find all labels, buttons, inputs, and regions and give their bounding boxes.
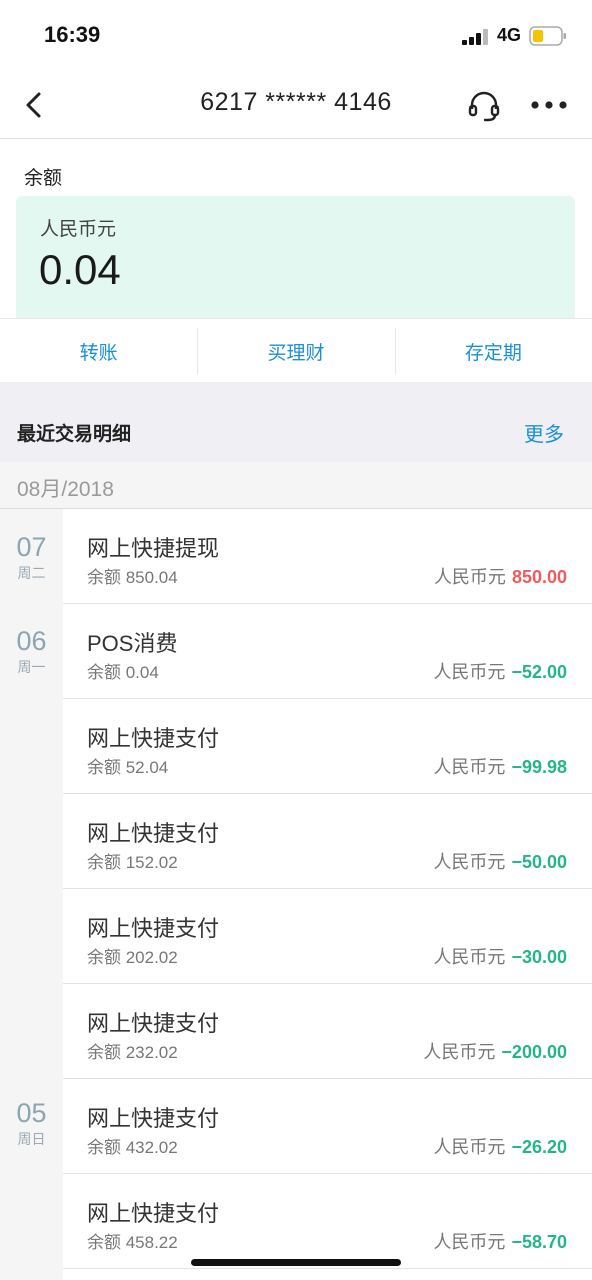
transaction-balance: 余额 52.04: [87, 758, 169, 777]
status-bar: 16:39 4G: [0, 0, 592, 72]
transaction-title: 网上快捷支付: [87, 1106, 220, 1131]
balance-label: 余额: [24, 168, 63, 189]
status-time: 16:39: [44, 22, 101, 47]
recent-transactions-header: 最近交易明细 更多: [0, 398, 592, 462]
transaction-title: 网上快捷支付: [87, 1011, 220, 1036]
home-indicator: [191, 1259, 401, 1266]
transaction-row[interactable]: 网上快捷支付 余额 52.04 人民币元 −99.98: [63, 699, 592, 794]
date-group: 05 周日: [0, 1099, 63, 1149]
month-label: 08月/2018: [17, 478, 114, 501]
transaction-value: −99.98: [511, 757, 567, 777]
transaction-row[interactable]: 网上快捷支付 余额 458.22 人民币元 −58.70: [63, 1174, 592, 1269]
more-dots-icon[interactable]: [530, 98, 568, 112]
day-number: 07: [16, 532, 47, 562]
transaction-list: 网上快捷提现 余额 850.04 人民币元 850.00 POS消费 余额 0.0…: [63, 509, 592, 1269]
recent-transactions-title: 最近交易明细: [17, 424, 132, 445]
battery-icon: [529, 26, 566, 46]
nav-bar: 6217 ****** 4146: [0, 72, 592, 139]
currency-label: 人民币元: [40, 219, 117, 240]
transaction-currency: 人民币元: [433, 1232, 506, 1252]
transaction-currency: 人民币元: [433, 1137, 506, 1157]
transaction-currency: 人民币元: [433, 757, 506, 777]
transaction-row[interactable]: POS消费 余额 0.04 人民币元 −52.00: [63, 604, 592, 699]
transaction-amount: 人民币元 −99.98: [433, 753, 567, 779]
transaction-title: 网上快捷支付: [87, 726, 220, 751]
transaction-title: POS消费: [87, 631, 178, 656]
transaction-value: 850.00: [511, 567, 567, 587]
date-column: 07 周二 06 周一 05 周日: [0, 509, 63, 1280]
transaction-value: −200.00: [501, 1042, 567, 1062]
day-number: 05: [16, 1098, 47, 1128]
transfer-button[interactable]: 转账: [0, 319, 197, 383]
month-header: 08月/2018: [0, 462, 592, 509]
transaction-amount: 人民币元 850.00: [434, 563, 567, 589]
transaction-row[interactable]: 网上快捷提现 余额 850.04 人民币元 850.00: [63, 509, 592, 604]
fixed-deposit-button[interactable]: 存定期: [394, 319, 592, 383]
headset-icon[interactable]: [467, 90, 501, 122]
transaction-amount: 人民币元 −58.70: [433, 1228, 567, 1254]
more-link[interactable]: 更多: [524, 418, 564, 447]
signal-icon: [462, 29, 488, 45]
transaction-title: 网上快捷支付: [87, 916, 220, 941]
date-group: 06 周一: [0, 627, 63, 677]
action-bar: 转账 买理财 存定期: [0, 318, 592, 383]
section-divider: [0, 382, 592, 398]
transaction-row[interactable]: 网上快捷支付 余额 152.02 人民币元 −50.00: [63, 794, 592, 889]
weekday: 周二: [17, 565, 46, 581]
weekday: 周一: [17, 659, 46, 675]
transaction-row[interactable]: 网上快捷支付 余额 202.02 人民币元 −30.00: [63, 889, 592, 984]
day-number: 06: [16, 626, 47, 656]
transaction-balance: 余额 850.04: [87, 568, 178, 587]
balance-amount: 0.04: [39, 246, 121, 293]
transaction-balance: 余额 202.02: [87, 948, 178, 967]
transaction-value: −30.00: [511, 947, 567, 967]
transaction-balance: 余额 432.02: [87, 1138, 178, 1157]
transaction-currency: 人民币元: [433, 947, 506, 967]
transaction-amount: 人民币元 −30.00: [433, 943, 567, 969]
transaction-amount: 人民币元 −52.00: [433, 658, 567, 684]
buy-wealth-button[interactable]: 买理财: [197, 319, 394, 383]
transaction-title: 网上快捷支付: [87, 1201, 220, 1226]
transaction-currency: 人民币元: [433, 662, 506, 682]
transaction-value: −26.20: [511, 1137, 567, 1157]
transaction-row[interactable]: 网上快捷支付 余额 432.02 人民币元 −26.20: [63, 1079, 592, 1174]
transaction-balance: 余额 0.04: [87, 663, 159, 682]
transaction-amount: 人民币元 −26.20: [433, 1133, 567, 1159]
transaction-title: 网上快捷支付: [87, 821, 220, 846]
transaction-row[interactable]: 网上快捷支付 余额 232.02 人民币元 −200.00: [63, 984, 592, 1079]
transaction-currency: 人民币元: [433, 567, 506, 587]
transaction-value: −50.00: [511, 852, 567, 872]
transaction-balance: 余额 152.02: [87, 853, 178, 872]
balance-card: 人民币元 0.04: [16, 196, 575, 318]
network-type: 4G: [497, 25, 522, 45]
transaction-balance: 余额 458.22: [87, 1233, 178, 1252]
transaction-balance: 余额 232.02: [87, 1043, 178, 1062]
transaction-amount: 人民币元 −50.00: [433, 848, 567, 874]
transaction-amount: 人民币元 −200.00: [423, 1038, 567, 1064]
transaction-currency: 人民币元: [423, 1042, 496, 1062]
transaction-currency: 人民币元: [433, 852, 506, 872]
date-group: 07 周二: [0, 533, 63, 583]
transaction-value: −58.70: [511, 1232, 567, 1252]
page-title: 6217 ****** 4146: [200, 88, 392, 116]
transaction-title: 网上快捷提现: [87, 536, 220, 561]
transaction-value: −52.00: [511, 662, 567, 682]
weekday: 周日: [17, 1131, 46, 1147]
